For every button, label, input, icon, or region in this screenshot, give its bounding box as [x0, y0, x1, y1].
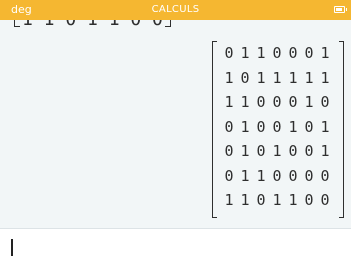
- matrix-cell: 1: [224, 68, 234, 87]
- matrix-right-bracket: [339, 41, 344, 218]
- matrix-cell: 1: [288, 68, 298, 87]
- matrix-cell: 1: [240, 93, 250, 111]
- matrix-cell: 1: [240, 117, 250, 136]
- matrix-cell: 0: [304, 142, 314, 160]
- calculation-history[interactable]: 1 1 0 1 1 0 0 01100011011111110001001001…: [0, 20, 351, 228]
- matrix-cell: 0: [304, 117, 314, 136]
- matrix-cell: 1: [240, 142, 250, 160]
- matrix-cell: 0: [272, 93, 282, 111]
- matrix-cell: 1: [288, 117, 298, 136]
- matrix-result[interactable]: 0110001101111111000100100101010100101100…: [212, 41, 344, 219]
- matrix-cell: 0: [256, 93, 266, 111]
- matrix-cell: 1: [304, 68, 314, 87]
- previous-result[interactable]: 1 1 0 1 1 0 0: [14, 20, 171, 33]
- right-bracket-icon: [164, 20, 171, 27]
- matrix-row: 0100101: [221, 116, 333, 138]
- expression-input[interactable]: [0, 229, 351, 264]
- matrix-cell: 0: [288, 93, 298, 111]
- matrix-cell: 1: [256, 44, 266, 62]
- matrix-cell: 0: [320, 191, 330, 209]
- status-bar: deg CALCULS: [0, 0, 351, 20]
- matrix-cell: 0: [288, 142, 298, 160]
- matrix-cell: 1: [240, 44, 250, 62]
- matrix-cell: 0: [256, 142, 266, 160]
- previous-result-digits: 1 1 0 1 1 0 0: [22, 20, 163, 30]
- matrix-cell: 0: [240, 68, 250, 87]
- matrix-row: 1100010: [221, 91, 333, 113]
- matrix-cell: 0: [256, 191, 266, 209]
- app-title: CALCULS: [151, 4, 200, 15]
- matrix-cell: 1: [304, 93, 314, 111]
- text-cursor: [11, 239, 13, 256]
- matrix-cell: 0: [256, 117, 266, 136]
- matrix-cell: 0: [304, 166, 314, 185]
- matrix-cell: 1: [320, 44, 330, 62]
- matrix-row: 0110000: [221, 165, 333, 187]
- left-bracket-icon: [14, 20, 20, 27]
- matrix-row: 1011111: [221, 67, 333, 89]
- matrix-cell: 1: [320, 142, 330, 160]
- matrix-cell: 1: [272, 68, 282, 87]
- matrix-cell: 1: [224, 191, 234, 209]
- matrix-cell: 0: [224, 166, 234, 185]
- matrix-cell: 0: [272, 117, 282, 136]
- matrix-cell: 1: [256, 68, 266, 87]
- matrix-cell: 1: [320, 68, 330, 87]
- matrix-cell: 0: [304, 191, 314, 209]
- matrix-cell: 1: [224, 93, 234, 111]
- matrix-cell: 1: [288, 191, 298, 209]
- matrix-cell: 0: [304, 44, 314, 62]
- matrix-cell: 0: [272, 166, 282, 185]
- matrix-cell: 1: [320, 117, 330, 136]
- matrix-cell: 1: [272, 142, 282, 160]
- matrix-cell: 0: [320, 93, 330, 111]
- battery-icon: [334, 6, 347, 13]
- matrix-left-bracket: [212, 41, 217, 218]
- matrix-row: 1101100: [221, 189, 333, 211]
- matrix-row: 0110001: [221, 42, 333, 64]
- matrix-cell: 0: [224, 44, 234, 62]
- matrix-cell: 0: [272, 44, 282, 62]
- matrix-cell: 1: [256, 166, 266, 185]
- matrix-cell: 1: [272, 191, 282, 209]
- matrix-cell: 1: [240, 166, 250, 185]
- matrix-cell: 0: [224, 117, 234, 136]
- matrix-cell: 1: [240, 191, 250, 209]
- matrix-cell: 0: [224, 142, 234, 160]
- matrix-row: 0101001: [221, 140, 333, 162]
- matrix-cell: 0: [288, 44, 298, 62]
- matrix-cell: 0: [288, 166, 298, 185]
- matrix-cell: 0: [320, 166, 330, 185]
